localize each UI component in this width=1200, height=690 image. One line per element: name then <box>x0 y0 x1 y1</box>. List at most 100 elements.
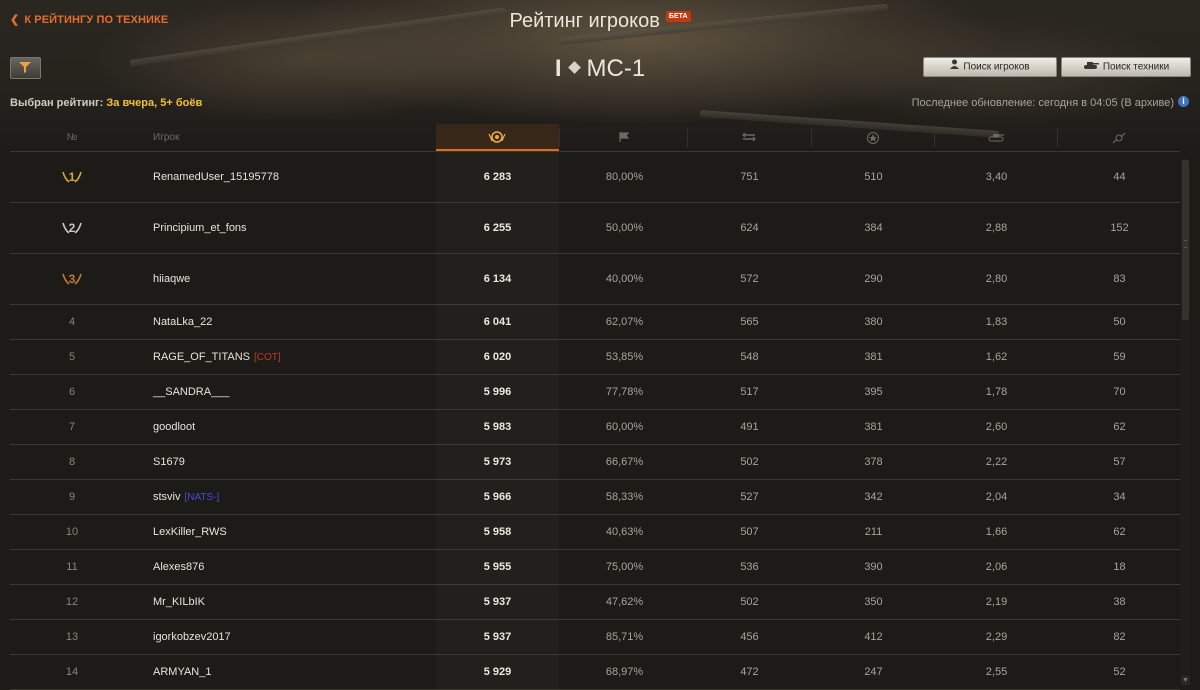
player-name[interactable]: ARMYAN_1 <box>153 666 211 678</box>
info-icon[interactable]: i <box>1178 96 1189 107</box>
header-winrate[interactable] <box>563 124 686 151</box>
battles-value: 751 <box>740 171 759 183</box>
winrate-value: 53,85% <box>605 351 644 363</box>
header-rating-sorted[interactable] <box>436 124 559 151</box>
player-name[interactable]: stsviv <box>153 491 181 503</box>
player-icon <box>950 58 960 76</box>
winrate-value: 60,00% <box>605 421 644 433</box>
vehicle-name: МС-1 <box>586 55 646 82</box>
rank-number: 4 <box>68 316 76 328</box>
rank-number: 13 <box>65 631 79 643</box>
player-name[interactable]: LexKiller_RWS <box>153 526 227 538</box>
damage-value: 342 <box>864 491 883 503</box>
scrollbar[interactable]: ▼ <box>1181 158 1190 685</box>
title-bar: Рейтинг игроков БЕТА <box>0 10 1200 33</box>
frags-value: 2,55 <box>985 666 1008 678</box>
frags-value: 1,83 <box>985 316 1008 328</box>
spotted-value: 52 <box>1113 666 1126 678</box>
table-row[interactable]: 12 Mr_KILbIK 5 937 47,62% 502 350 2,19 38 <box>10 585 1180 620</box>
place-medal-icon: 2 <box>61 220 83 236</box>
table-row[interactable]: 4 NataLka_22 6 041 62,07% 565 380 1,83 50 <box>10 305 1180 340</box>
player-name-cell[interactable]: NataLka_22 <box>153 305 212 339</box>
clan-tag[interactable]: [COT] <box>254 352 281 363</box>
battles-value: 472 <box>740 666 759 678</box>
place-medal-icon: 3 <box>61 271 83 287</box>
player-name-cell[interactable]: ARMYAN_1 <box>153 655 211 689</box>
header-battles[interactable] <box>688 124 811 151</box>
rating-table: № Игрок 1 RenamedUser_15195778 6 283 80,… <box>10 124 1180 690</box>
medal-rank: 1 <box>69 170 76 184</box>
player-name[interactable]: goodloot <box>153 421 195 433</box>
rank-cell: 3 <box>50 254 94 304</box>
player-name[interactable]: Principium_et_fons <box>153 222 247 234</box>
winrate-value: 66,67% <box>605 456 644 468</box>
rank-number: 6 <box>68 386 76 398</box>
player-name-cell[interactable]: S1679 <box>153 445 185 479</box>
player-name-cell[interactable]: LexKiller_RWS <box>153 515 227 549</box>
selected-rating-value[interactable]: За вчера, 5+ боёв <box>106 97 202 109</box>
player-name[interactable]: NataLka_22 <box>153 316 212 328</box>
player-name-cell[interactable]: igorkobzev2017 <box>153 620 231 654</box>
filter-icon <box>19 62 31 73</box>
header-frags[interactable] <box>935 124 1058 151</box>
battles-value: 565 <box>740 316 759 328</box>
battles-value: 507 <box>740 526 759 538</box>
player-name-cell[interactable]: goodloot <box>153 410 195 444</box>
scroll-down-arrow-icon[interactable]: ▼ <box>1181 676 1190 685</box>
table-row[interactable]: 8 S1679 5 973 66,67% 502 378 2,22 57 <box>10 445 1180 480</box>
player-name[interactable]: __SANDRA___ <box>153 386 229 398</box>
beta-badge: БЕТА <box>665 11 691 22</box>
player-name-cell[interactable]: RenamedUser_15195778 <box>153 152 279 202</box>
search-players-button[interactable]: Поиск игроков <box>923 57 1057 77</box>
rank-cell: 1 <box>50 152 94 202</box>
table-row[interactable]: 1 RenamedUser_15195778 6 283 80,00% 751 510 3,… <box>10 152 1180 203</box>
rating-score: 6 134 <box>436 254 559 304</box>
player-name[interactable]: Alexes876 <box>153 561 204 573</box>
spotted-value: 18 <box>1113 561 1126 573</box>
player-name-cell[interactable]: RAGE_OF_TITANS [COT] <box>153 340 281 374</box>
filter-button[interactable] <box>10 57 41 79</box>
player-name[interactable]: S1679 <box>153 456 185 468</box>
table-row[interactable]: 6 __SANDRA___ 5 996 77,78% 517 395 1,78 70 <box>10 375 1180 410</box>
rank-cell: 12 <box>50 585 94 619</box>
search-vehicles-button[interactable]: Поиск техники <box>1061 57 1191 77</box>
player-name[interactable]: Mr_KILbIK <box>153 596 205 608</box>
player-name[interactable]: RenamedUser_15195778 <box>153 171 279 183</box>
table-row[interactable]: 13 igorkobzev2017 5 937 85,71% 456 412 2,29 82 <box>10 620 1180 655</box>
player-name-cell[interactable]: Principium_et_fons <box>153 203 247 253</box>
table-row[interactable]: 7 goodloot 5 983 60,00% 491 381 2,60 62 <box>10 410 1180 445</box>
spotted-eye-icon <box>1112 132 1126 144</box>
last-update-text: Последнее обновление: сегодня в 04:05 (В… <box>911 97 1174 109</box>
rank-cell: 7 <box>50 410 94 444</box>
player-name[interactable]: RAGE_OF_TITANS <box>153 351 250 363</box>
table-row[interactable]: 9 stsviv [NATS-] 5 966 58,33% 527 342 2,04 34 <box>10 480 1180 515</box>
table-row[interactable]: 5 RAGE_OF_TITANS [COT] 6 020 53,85% 548 381 1,6… <box>10 340 1180 375</box>
table-row[interactable]: 11 Alexes876 5 955 75,00% 536 390 2,06 18 <box>10 550 1180 585</box>
table-row[interactable]: 10 LexKiller_RWS 5 958 40,63% 507 211 1,66 62 <box>10 515 1180 550</box>
player-name[interactable]: igorkobzev2017 <box>153 631 231 643</box>
player-name-cell[interactable]: __SANDRA___ <box>153 375 229 409</box>
search-vehicles-label: Поиск техники <box>1102 61 1170 73</box>
scrollbar-thumb[interactable] <box>1182 160 1189 320</box>
header-damage[interactable] <box>812 124 935 151</box>
damage-value: 384 <box>864 222 883 234</box>
vehicle-tier: I <box>554 55 562 82</box>
rank-number: 12 <box>65 596 79 608</box>
table-row[interactable]: 14 ARMYAN_1 5 929 68,97% 472 247 2,55 52 <box>10 655 1180 690</box>
spotted-value: 34 <box>1113 491 1126 503</box>
player-name-cell[interactable]: Mr_KILbIK <box>153 585 205 619</box>
clan-tag[interactable]: [NATS-] <box>185 492 220 503</box>
header-spotted[interactable] <box>1058 124 1181 151</box>
frags-value: 1,66 <box>985 526 1008 538</box>
table-row[interactable]: 2 Principium_et_fons 6 255 50,00% 624 384 2,88… <box>10 203 1180 254</box>
player-name-cell[interactable]: hiiaqwe <box>153 254 190 304</box>
player-name[interactable]: hiiaqwe <box>153 273 190 285</box>
rank-number: 14 <box>65 666 79 678</box>
table-row[interactable]: 3 hiiaqwe 6 134 40,00% 572 290 2,80 83 <box>10 254 1180 305</box>
player-name-cell[interactable]: stsviv [NATS-] <box>153 480 219 514</box>
rating-medal-icon <box>488 131 506 143</box>
frags-value: 1,62 <box>985 351 1008 363</box>
player-name-cell[interactable]: Alexes876 <box>153 550 204 584</box>
rank-number: 8 <box>68 456 76 468</box>
damage-value: 290 <box>864 273 883 285</box>
